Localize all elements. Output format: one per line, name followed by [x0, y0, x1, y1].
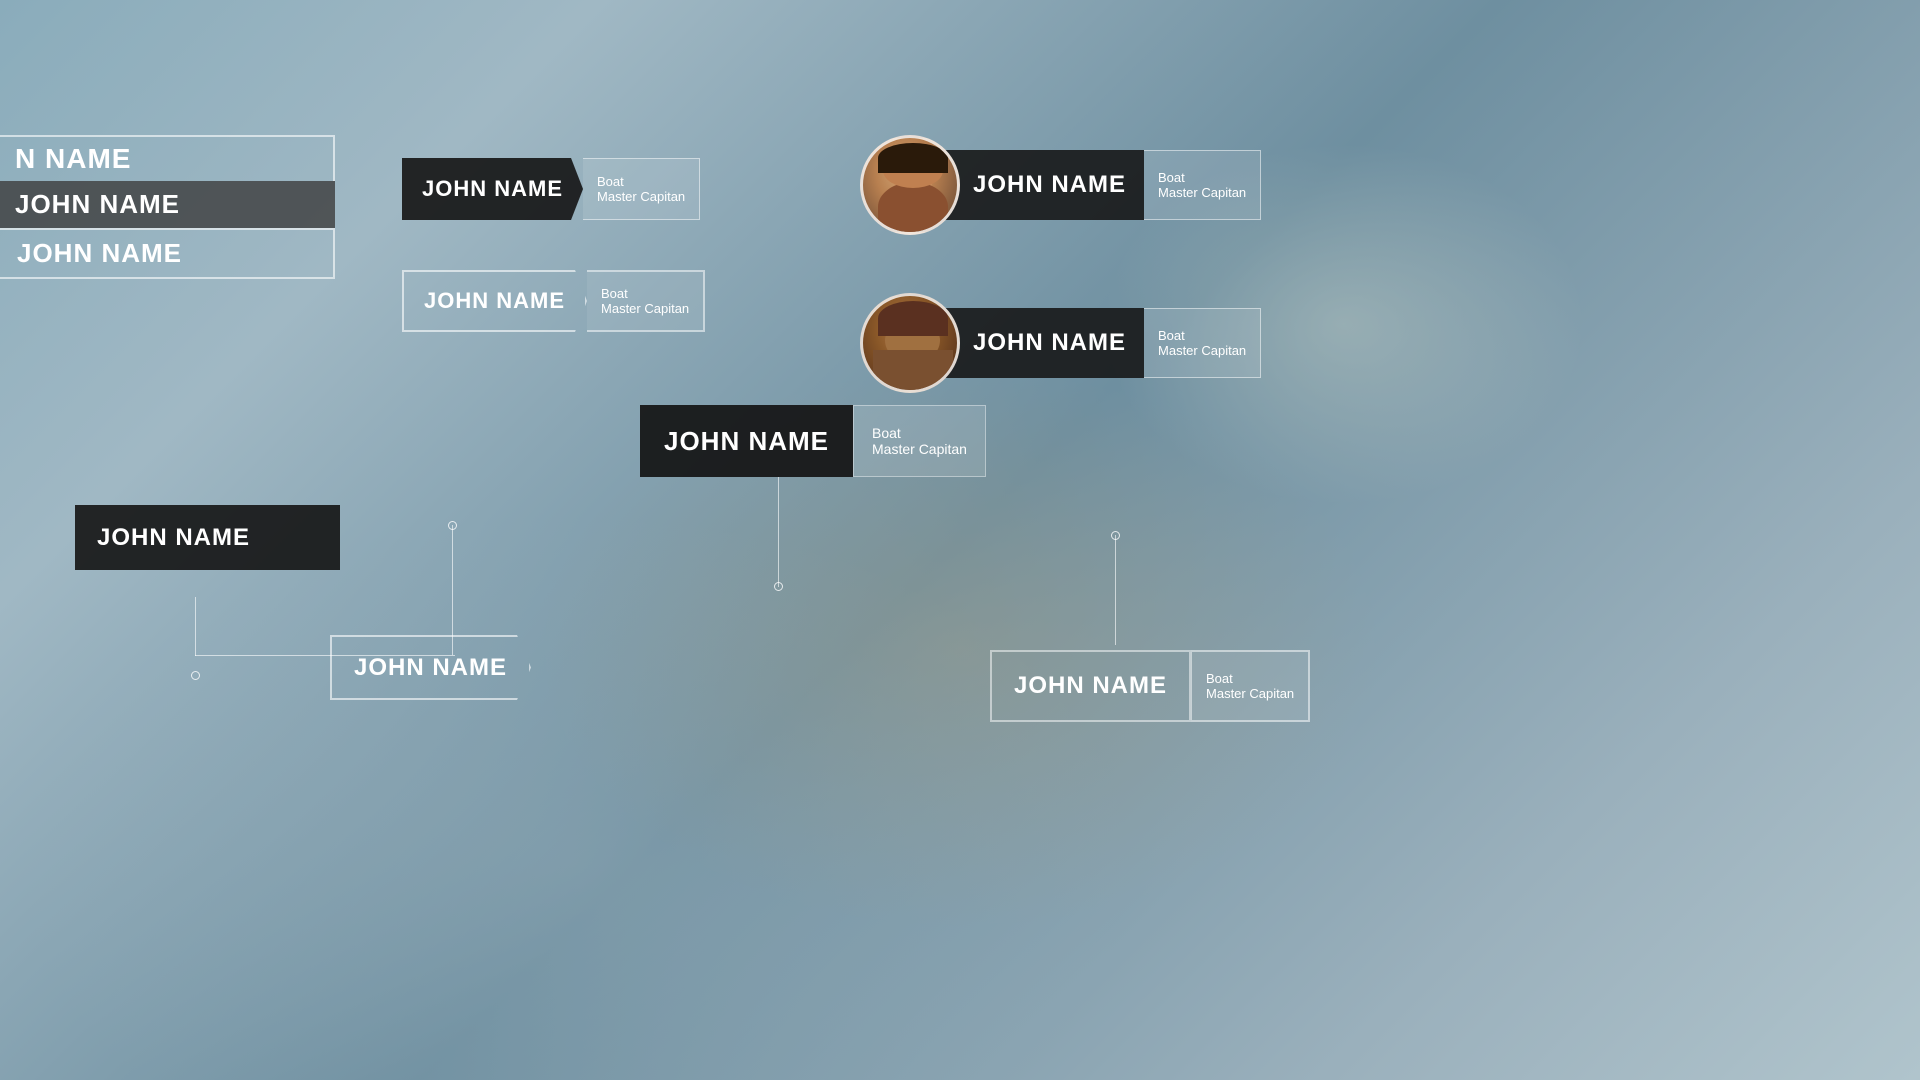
nameplate-card4: JOHN NAME Boat Master Capitan — [860, 288, 1261, 398]
nameplate-card8: JOHN NAME Boat Master Capitan — [990, 650, 1310, 722]
card8-name: JOHN NAME — [990, 650, 1191, 722]
card4-info: Boat Master Capitan — [1144, 308, 1261, 378]
nameplate-card2: JOHN NAME Boat Master Capitan — [402, 270, 705, 332]
nameplate-card1: JOHN NAME Boat Master Capitan — [402, 158, 700, 220]
card3-line1: Boat — [1158, 170, 1246, 185]
connector-dot-4 — [191, 671, 200, 680]
connector-vertical-3 — [1115, 535, 1116, 645]
card5-name: JOHN NAME — [640, 405, 853, 477]
card3-name-block: JOHN NAME — [945, 150, 1144, 220]
card1-info: Boat Master Capitan — [583, 158, 700, 220]
avatar-woman — [860, 135, 960, 235]
card5-info: Boat Master Capitan — [853, 405, 986, 477]
partial-row2: JOHN NAME — [0, 181, 335, 228]
card1-line1: Boat — [597, 174, 685, 189]
card4-name: JOHN NAME — [973, 329, 1126, 357]
card1-line2: Master Capitan — [597, 189, 685, 204]
nameplate-card5: JOHN NAME Boat Master Capitan — [640, 405, 986, 477]
card7-name: JOHN NAME — [330, 635, 531, 700]
card4-name-block: JOHN NAME — [945, 308, 1144, 378]
scene: N NAME JOHN NAME JOHN NAME JOHN NAME Boa… — [0, 0, 1920, 1080]
connector-dot-1 — [774, 582, 783, 591]
card5-line2: Master Capitan — [872, 441, 967, 457]
card2-line2: Master Capitan — [601, 301, 689, 316]
card4-line2: Master Capitan — [1158, 343, 1246, 358]
card8-line1: Boat — [1206, 671, 1294, 686]
card2-info: Boat Master Capitan — [587, 270, 705, 332]
card5-line1: Boat — [872, 425, 967, 441]
card8-line2: Master Capitan — [1206, 686, 1294, 701]
nameplate-card3: JOHN NAME Boat Master Capitan — [860, 130, 1261, 240]
card6-name: JOHN NAME — [75, 505, 340, 570]
card2-line1: Boat — [601, 286, 689, 301]
card1-name: JOHN NAME — [402, 158, 583, 220]
connector-vertical-1 — [778, 477, 779, 587]
partial-row3: JOHN NAME — [0, 228, 335, 279]
nameplate-card6: JOHN NAME — [75, 505, 340, 570]
card8-info: Boat Master Capitan — [1191, 650, 1310, 722]
connector-vertical-4 — [195, 597, 196, 656]
partial-plate: N NAME JOHN NAME JOHN NAME — [0, 135, 335, 279]
card4-line1: Boat — [1158, 328, 1246, 343]
connector-dot-2 — [448, 521, 457, 530]
nameplate-card7: JOHN NAME — [330, 635, 531, 700]
card2-name: JOHN NAME — [402, 270, 587, 332]
card3-line2: Master Capitan — [1158, 185, 1246, 200]
avatar-man — [860, 293, 960, 393]
partial-row1: N NAME — [0, 135, 335, 181]
card3-info: Boat Master Capitan — [1144, 150, 1261, 220]
connector-dot-3 — [1111, 531, 1120, 540]
card3-name: JOHN NAME — [973, 171, 1126, 199]
